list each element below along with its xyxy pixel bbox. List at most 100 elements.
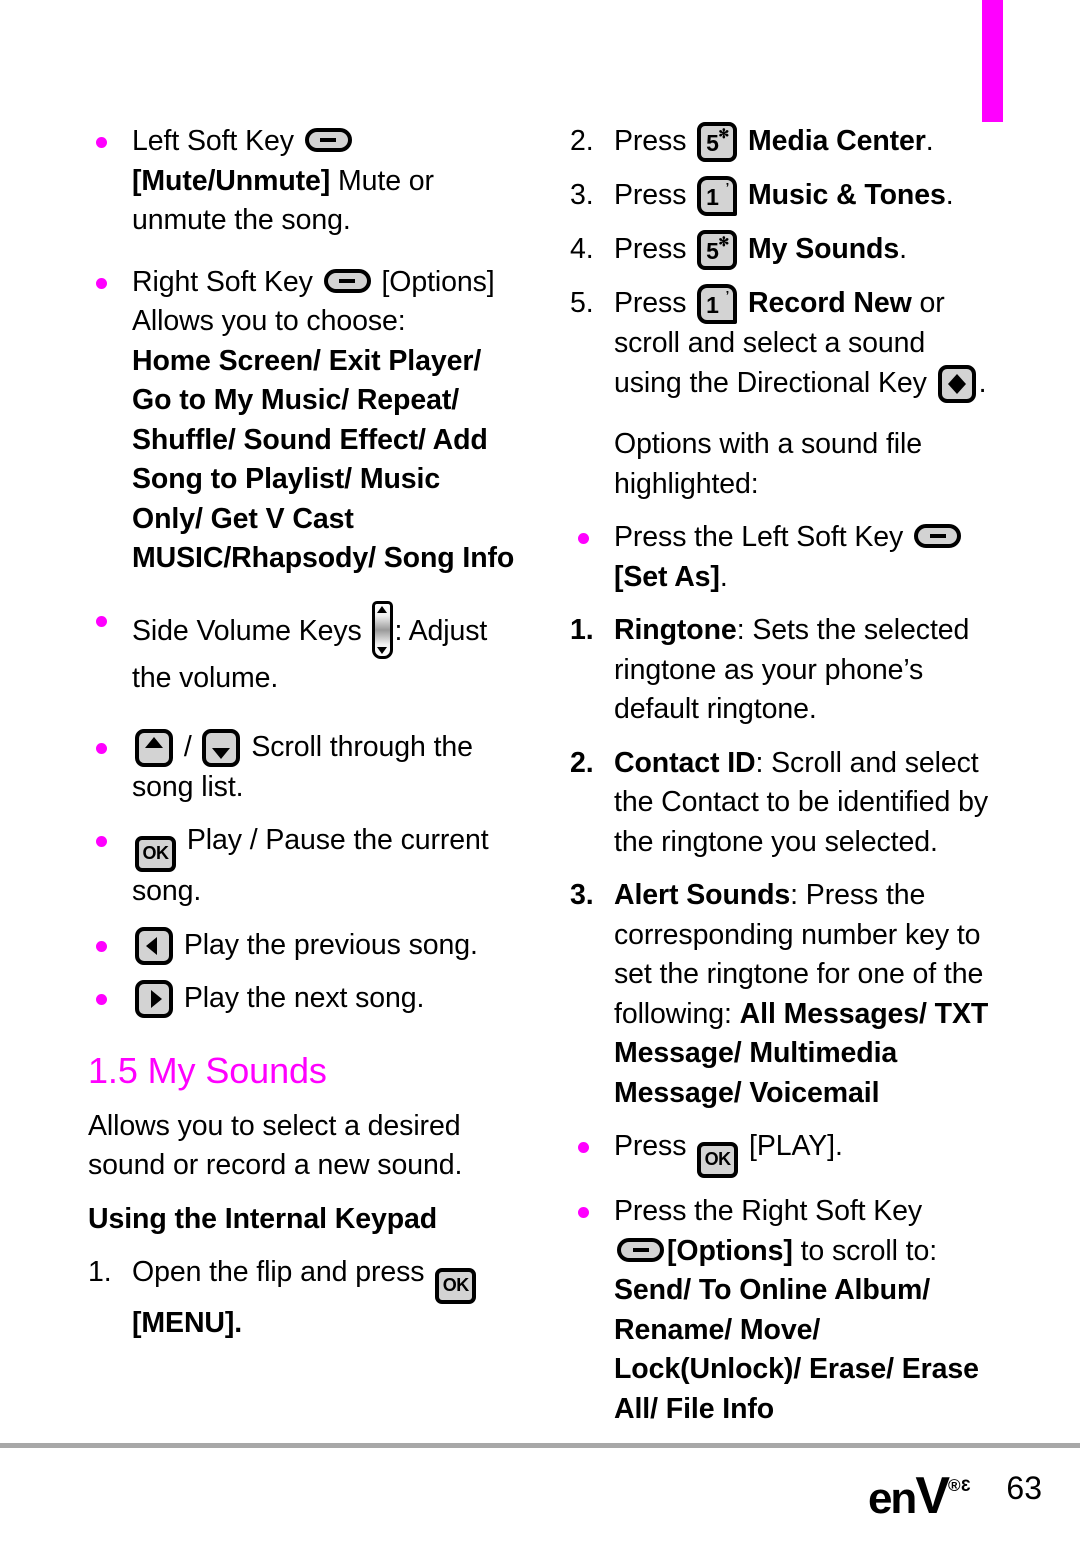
number-key-superscript: ✻ [718,234,730,249]
step-text-post: . [978,366,987,399]
bullet-dot [96,743,107,754]
list-item: Play the next song. [88,979,518,1019]
play-pause-desc: Play / Pause the current song. [132,824,489,907]
step-text-post: . [925,125,934,157]
logo-reversed-three: 3 [960,1476,970,1495]
triangle-down-icon [377,646,388,654]
directional-key-icon [937,364,976,403]
ok-key-icon: OK [435,1268,477,1304]
options-intro-text: Options with a sound file highlighted: [614,428,923,500]
list-item: Right Soft Key [Options] Allows you to c… [88,263,518,579]
logo-mark: ®3 [948,1476,970,1495]
env-logo: enV®3 [868,1462,970,1523]
bullet-dot [96,137,107,148]
numbered-step: 1. Ringtone: Sets the selected ringtone … [570,611,1000,730]
list-item: Side Volume Keys : Adjust the volume. [88,600,518,699]
ok-key-label: OK [142,843,170,863]
number-key-superscript: ’ [725,180,730,195]
step-text-pre: Press [614,287,695,319]
numbered-step: 1. Open the flip and press OK [MENU]. [88,1253,518,1344]
side-volume-keys-icon [371,600,393,659]
step-number: 1. [570,614,594,646]
bullet-dot [578,1142,589,1153]
bullet-dot [578,1207,589,1218]
soft-key-icon [914,524,962,548]
page-footer: enV®3 63 [0,1462,1080,1523]
footer-divider [0,1443,1080,1448]
step-number: 2. [570,746,594,779]
menu-bracket: [MENU]. [132,1307,243,1339]
list-item: Play the previous song. [88,926,518,966]
number-key-digit: 1 [706,184,719,210]
soft-key-icon [617,1237,664,1262]
soft-key-icon [304,128,352,152]
ringtone-label: Ringtone [614,614,737,646]
options-bracket: [Options] [667,1234,793,1267]
triangle-up-icon [947,373,966,384]
media-center-label: Media Center [748,125,926,157]
step-number: 5. [570,287,594,319]
play-bracket: [PLAY]. [749,1130,843,1162]
right-soft-key-label: Right Soft Key [132,265,313,298]
options-mid: to scroll to: [792,1234,938,1267]
side-volume-keys-label: Side Volume Keys [132,614,362,647]
step-number: 3. [570,179,594,211]
my-sounds-label: My Sounds [748,233,900,265]
step-text-pre: Press [614,125,695,157]
previous-song-desc: Play the previous song. [183,928,478,961]
left-soft-key-label: Left Soft Key [132,125,294,157]
bullet-dot [96,836,107,847]
triangle-down-icon [212,748,231,759]
set-as-bracket: [Set As] [614,560,720,593]
set-as-post: . [719,560,728,593]
mute-unmute-bracket: [Mute/Unmute] [132,164,331,197]
arrow-down-key-icon [202,729,241,767]
step-number: 2. [570,125,594,157]
options-intro: Allows you to choose: [132,305,406,337]
numbered-step: 2. Press 5 ✻ Media Center. [570,122,1000,162]
bullet-dot [96,994,107,1005]
number-key-digit: 5 [706,238,719,264]
list-item: OK Play / Pause the current song. [88,821,518,912]
options-intro: Options with a sound file highlighted: [570,425,1000,504]
arrow-right-key-icon [135,980,173,1018]
list-item: / Scroll through the song list. [88,728,518,807]
list-item: Press the Left Soft Key [Set As]. [570,518,1000,597]
music-and-tones-label: Music & Tones [748,179,946,211]
number-key-superscript: ✻ [718,126,730,141]
section-heading: 1.5 My Sounds [88,1049,327,1091]
number-key-digit: 5 [706,130,719,156]
page-number: 63 [1006,1470,1042,1506]
options-scroll-list: Send/ To Online Album/ Rename/ Move/ Loc… [614,1274,979,1425]
step-text-post: . [945,179,954,211]
arrow-left-key-icon [135,926,173,965]
subsection-heading: Using the Internal Keypad [88,1202,438,1235]
step-number: 4. [570,233,594,265]
set-as-pre: Press the Left Soft Key [614,521,912,553]
key-separator: / [183,731,192,763]
number-key-superscript: ’ [725,288,730,303]
ok-key-label: OK [442,1275,470,1295]
number-key-digit: 1 [706,292,719,318]
list-item: Press the Right Soft Key [Options] to sc… [570,1192,1000,1429]
section-intro: Allows you to select a desired sound or … [88,1109,463,1182]
number-key-1-icon: 1’ [697,176,738,216]
step-text-post: . [899,233,907,265]
